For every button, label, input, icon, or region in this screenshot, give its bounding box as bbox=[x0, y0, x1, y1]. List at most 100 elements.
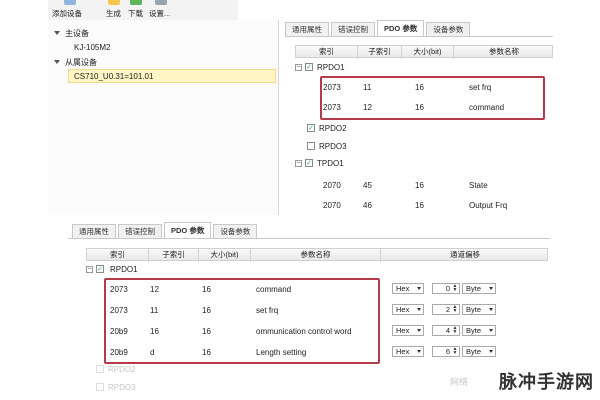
table-row[interactable]: 2070 45 16 State bbox=[323, 176, 543, 194]
offset-stepper[interactable]: 2 ▲ ▼ bbox=[432, 304, 460, 315]
unit-select[interactable]: Byte bbox=[462, 325, 496, 336]
rpdo1-checkbox[interactable]: ✓ bbox=[96, 265, 104, 273]
chevron-down-icon bbox=[417, 350, 421, 353]
tree-item-label: CS710_U0.31=101.01 bbox=[74, 71, 154, 81]
stepper-arrows-icon[interactable]: ▲ ▼ bbox=[452, 347, 458, 356]
settings-button[interactable]: 设置... bbox=[149, 0, 171, 19]
tree-item-kj105m2[interactable]: KJ-105M2 bbox=[74, 40, 110, 54]
group-label: RPDO2 bbox=[319, 123, 347, 133]
offset-stepper[interactable]: 0 ▲ ▼ bbox=[432, 283, 460, 294]
chevron-down-icon bbox=[417, 287, 421, 290]
watermark-small: 网络 bbox=[449, 377, 468, 387]
tree-item-label: 主设备 bbox=[65, 28, 89, 38]
top-tab-bar: 通用属性 错误控制 PDO 参数 设备参数 bbox=[285, 20, 553, 37]
tree-item-label: 从属设备 bbox=[65, 57, 97, 67]
stepper-arrows-icon[interactable]: ▲ ▼ bbox=[452, 284, 458, 293]
cell-param-name: State bbox=[469, 180, 488, 190]
chevron-down-icon bbox=[489, 308, 493, 311]
tab-general[interactable]: 通用属性 bbox=[72, 224, 116, 238]
format-select[interactable]: Hex bbox=[392, 304, 424, 315]
settings-label: 设置... bbox=[149, 9, 171, 18]
bottom-pdo-panel: 通用属性 错误控制 PDO 参数 设备参数 索引 子索引 大小(bit) 参数名… bbox=[68, 222, 550, 400]
group-rpdo1[interactable]: − ✓ RPDO1 bbox=[86, 260, 138, 278]
generate-button[interactable]: 生成 bbox=[106, 0, 121, 19]
stepper-arrows-icon[interactable]: ▲ ▼ bbox=[452, 326, 458, 335]
chevron-down-icon bbox=[417, 329, 421, 332]
watermark-logo: 脉冲手游网 bbox=[499, 372, 594, 392]
tree-item-label: KJ-105M2 bbox=[74, 42, 111, 52]
download-button[interactable]: 下载 bbox=[128, 0, 143, 19]
tree-item-slave[interactable]: 从属设备 bbox=[54, 55, 97, 69]
table-row[interactable]: 2070 46 16 Output Frq bbox=[323, 196, 543, 214]
group-label: RPDO2 bbox=[108, 364, 136, 374]
chevron-down-icon bbox=[489, 329, 493, 332]
col-param-name[interactable]: 参数名称 bbox=[454, 46, 554, 59]
collapse-icon[interactable]: − bbox=[295, 159, 302, 167]
group-label: RPDO3 bbox=[319, 141, 347, 151]
tab-error-control[interactable]: 错误控制 bbox=[118, 224, 162, 238]
rpdo1-checkbox[interactable]: ✓ bbox=[305, 63, 313, 71]
highlight-box bbox=[320, 76, 545, 120]
highlight-box bbox=[104, 278, 380, 364]
tab-device-params[interactable]: 设备参数 bbox=[213, 224, 258, 238]
rpdo2-checkbox[interactable] bbox=[96, 365, 104, 373]
bottom-tab-bar: 通用属性 错误控制 PDO 参数 设备参数 bbox=[68, 222, 550, 239]
tab-pdo-params[interactable]: PDO 参数 bbox=[377, 20, 425, 36]
offset-stepper[interactable]: 4 ▲ ▼ bbox=[432, 325, 460, 336]
format-select[interactable]: Hex bbox=[392, 346, 424, 357]
tab-pdo-params[interactable]: PDO 参数 bbox=[164, 222, 212, 238]
chevron-down-icon bbox=[489, 350, 493, 353]
col-subindex[interactable]: 子索引 bbox=[149, 249, 199, 262]
download-label: 下载 bbox=[128, 9, 143, 18]
cell-subindex: 46 bbox=[363, 200, 372, 210]
group-rpdo2[interactable]: ✓ RPDO2 bbox=[307, 119, 347, 137]
group-rpdo3[interactable]: RPDO3 bbox=[307, 137, 347, 155]
cell-index: 2070 bbox=[323, 200, 341, 210]
col-param-name[interactable]: 参数名称 bbox=[251, 249, 381, 262]
expand-arrow-icon[interactable] bbox=[54, 31, 60, 35]
cell-subindex: 45 bbox=[363, 180, 372, 190]
rpdo3-checkbox[interactable] bbox=[307, 142, 315, 150]
col-subindex[interactable]: 子索引 bbox=[358, 46, 402, 59]
group-rpdo3[interactable]: RPDO3 bbox=[96, 378, 136, 396]
format-select[interactable]: Hex bbox=[392, 283, 424, 294]
col-size[interactable]: 大小(bit) bbox=[199, 249, 251, 262]
rpdo2-checkbox[interactable]: ✓ bbox=[307, 124, 315, 132]
group-label: TPDO1 bbox=[317, 158, 344, 168]
toolbar: 添加设备 生成 下载 设置... bbox=[48, 0, 238, 21]
unit-select[interactable]: Byte bbox=[462, 304, 496, 315]
tree-item-master[interactable]: 主设备 bbox=[54, 26, 89, 40]
rpdo3-checkbox[interactable] bbox=[96, 383, 104, 391]
collapse-icon[interactable]: − bbox=[295, 63, 302, 71]
group-rpdo2[interactable]: RPDO2 bbox=[96, 360, 136, 378]
tab-general[interactable]: 通用属性 bbox=[285, 22, 329, 36]
offset-stepper[interactable]: 6 ▲ ▼ bbox=[432, 346, 460, 357]
col-size[interactable]: 大小(bit) bbox=[402, 46, 454, 59]
add-device-label: 添加设备 bbox=[52, 9, 82, 18]
unit-select[interactable]: Byte bbox=[462, 283, 496, 294]
group-label: RPDO3 bbox=[108, 382, 136, 392]
expand-arrow-icon[interactable] bbox=[54, 60, 60, 64]
cell-index: 2070 bbox=[323, 180, 341, 190]
group-label: RPDO1 bbox=[317, 62, 345, 72]
stepper-arrows-icon[interactable]: ▲ ▼ bbox=[452, 305, 458, 314]
device-tree: 主设备 KJ-105M2 从属设备 CS710_U0.31=101.01 bbox=[48, 20, 279, 215]
format-select[interactable]: Hex bbox=[392, 325, 424, 336]
settings-icon bbox=[155, 0, 167, 5]
top-pdo-panel: 通用属性 错误控制 PDO 参数 设备参数 索引 子索引 大小(bit) 参数名… bbox=[285, 20, 553, 215]
col-channel-offset[interactable]: 通道偏移 bbox=[381, 249, 549, 262]
unit-select[interactable]: Byte bbox=[462, 346, 496, 357]
bottom-table-header: 索引 子索引 大小(bit) 参数名称 通道偏移 bbox=[86, 248, 549, 262]
group-tpdo1[interactable]: − ✓ TPDO1 bbox=[295, 154, 344, 172]
cell-param-name: Output Frq bbox=[469, 200, 508, 210]
tree-item-cs710[interactable]: CS710_U0.31=101.01 bbox=[68, 69, 276, 83]
tab-error-control[interactable]: 错误控制 bbox=[331, 22, 375, 36]
chevron-down-icon bbox=[417, 308, 421, 311]
collapse-icon[interactable]: − bbox=[86, 265, 93, 273]
group-rpdo1[interactable]: − ✓ RPDO1 bbox=[295, 58, 345, 76]
generate-icon bbox=[108, 0, 120, 5]
add-device-button[interactable]: 添加设备 bbox=[52, 0, 82, 19]
add-device-icon bbox=[64, 0, 76, 5]
tab-device-params[interactable]: 设备参数 bbox=[426, 22, 471, 36]
tpdo1-checkbox[interactable]: ✓ bbox=[305, 159, 313, 167]
